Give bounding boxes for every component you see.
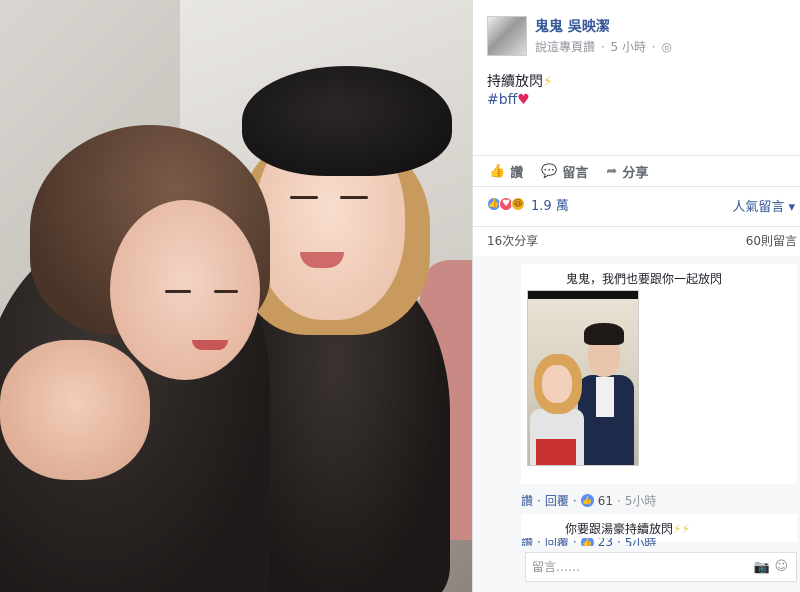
share-count-link[interactable]: 16次分享: [487, 232, 538, 249]
comment-like-link[interactable]: 讚: [521, 492, 533, 509]
comment-count-link[interactable]: 60則留言: [746, 232, 797, 249]
lightning-icon: ⚡: [543, 74, 553, 90]
heart-icon: ♥: [517, 92, 530, 108]
photo-eye: [340, 196, 368, 199]
reactions-summary[interactable]: 👍 ♥ 😆 1.9 萬 人氣留言 ▾: [473, 190, 800, 218]
photo-woman-skirt: [536, 439, 576, 465]
thumbs-up-icon: 👍: [489, 163, 506, 179]
comment-reply-link[interactable]: 回覆: [545, 492, 569, 509]
like-button[interactable]: 👍 讚: [489, 162, 523, 181]
phone-screenshot: [528, 299, 638, 465]
post-text: 持續放閃⚡: [487, 72, 553, 92]
photo-man-hair: [584, 323, 624, 345]
reply-body-text: 你要跟湯豪持續放閃: [565, 522, 674, 536]
camera-icon[interactable]: 📷: [754, 560, 770, 575]
post-photo[interactable]: [0, 0, 472, 592]
thumbs-up-icon: 👍: [580, 538, 594, 546]
chevron-down-icon: ▾: [788, 200, 795, 215]
hashtag-link[interactable]: #bff: [487, 92, 517, 108]
reply-like-count[interactable]: 23: [598, 538, 613, 546]
comment-like-count[interactable]: 61: [598, 494, 613, 508]
photo-eye: [165, 290, 191, 293]
post-body-text: 持續放閃: [487, 74, 543, 90]
post-meta: 說這專頁讚 · 5 小時 · ◎: [535, 38, 672, 55]
sort-label: 人氣留言: [732, 200, 785, 215]
post-action-bar: 👍 讚 💬 留言 ➦ 分享: [473, 155, 800, 187]
comment-label: 留言: [562, 165, 589, 181]
comment-button[interactable]: 💬 留言: [541, 162, 588, 181]
photo-hand: [0, 340, 150, 480]
comment-sort-dropdown[interactable]: 人氣留言 ▾: [732, 196, 795, 215]
haha-reaction-icon: 😆: [511, 197, 525, 211]
globe-icon: ◎: [661, 40, 672, 54]
meta-separator: ·: [651, 40, 656, 54]
reply-text: 你要跟湯豪持續放閃⚡⚡: [565, 520, 690, 537]
reaction-count[interactable]: 1.9 萬: [531, 195, 569, 214]
separator: ·: [616, 493, 621, 508]
photo-woman-face: [542, 365, 572, 403]
separator: ·: [572, 538, 577, 546]
emoji-icon[interactable]: ☺: [774, 559, 788, 574]
engagement-stats: 16次分享 60則留言: [473, 226, 800, 254]
comment-item: 鬼鬼，我們也要跟你一起放閃: [521, 264, 797, 484]
separator: ·: [572, 493, 577, 508]
comment-input-box[interactable]: 📷 ☺: [525, 552, 797, 582]
reply-timestamp[interactable]: 5小時: [625, 538, 657, 546]
thumbs-up-icon: 👍: [580, 494, 594, 507]
like-label: 讚: [510, 165, 524, 181]
comment-input[interactable]: [532, 560, 742, 574]
share-button[interactable]: ➦ 分享: [606, 162, 648, 181]
post-timestamp[interactable]: 5 小時: [611, 40, 646, 54]
post-hashtag-line: #bff♥: [487, 92, 530, 108]
comment-actions: 讚 · 回覆 · 👍 61 · 5小時: [521, 492, 656, 509]
share-icon: ➦: [606, 163, 618, 179]
photo-beret: [242, 66, 452, 176]
lightning-icon: ⚡⚡: [673, 522, 690, 536]
reply-like-link[interactable]: 讚: [521, 538, 533, 546]
comment-attached-photo[interactable]: [527, 290, 639, 466]
photo-eye: [290, 196, 318, 199]
photo-eye: [214, 290, 238, 293]
author-name[interactable]: 鬼鬼 吳映潔: [535, 16, 610, 36]
photo-man-shirt: [596, 377, 614, 417]
post-panel: 鬼鬼 吳映潔 說這專頁讚 · 5 小時 · ◎ 持續放閃⚡ #bff♥ 👍 讚 …: [472, 0, 800, 592]
author-avatar[interactable]: [487, 16, 527, 56]
comments-section: 鬼鬼，我們也要跟你一起放閃 讚 · 回覆 · 👍 61 · 5小時 你要跟湯豪持…: [473, 256, 800, 592]
photo-lips: [192, 340, 228, 350]
follow-link[interactable]: 說這專頁讚: [535, 40, 595, 54]
screen: 鬼鬼 吳映潔 說這專頁讚 · 5 小時 · ◎ 持續放閃⚡ #bff♥ 👍 讚 …: [0, 0, 800, 592]
meta-separator: ·: [600, 40, 605, 54]
comment-icon: 💬: [541, 163, 558, 179]
reply-actions: 讚 · 回覆 · 👍 23 · 5小時: [521, 538, 656, 546]
post-header: 鬼鬼 吳映潔 說這專頁讚 · 5 小時 · ◎: [487, 12, 787, 56]
separator: ·: [616, 538, 621, 546]
reply-reply-link[interactable]: 回覆: [545, 538, 569, 546]
phone-status-bar: [528, 291, 638, 299]
comment-timestamp[interactable]: 5小時: [625, 492, 657, 509]
separator: ·: [537, 538, 541, 546]
share-label: 分享: [622, 165, 649, 181]
comment-text: 鬼鬼，我們也要跟你一起放閃: [566, 272, 723, 286]
separator: ·: [537, 493, 541, 508]
